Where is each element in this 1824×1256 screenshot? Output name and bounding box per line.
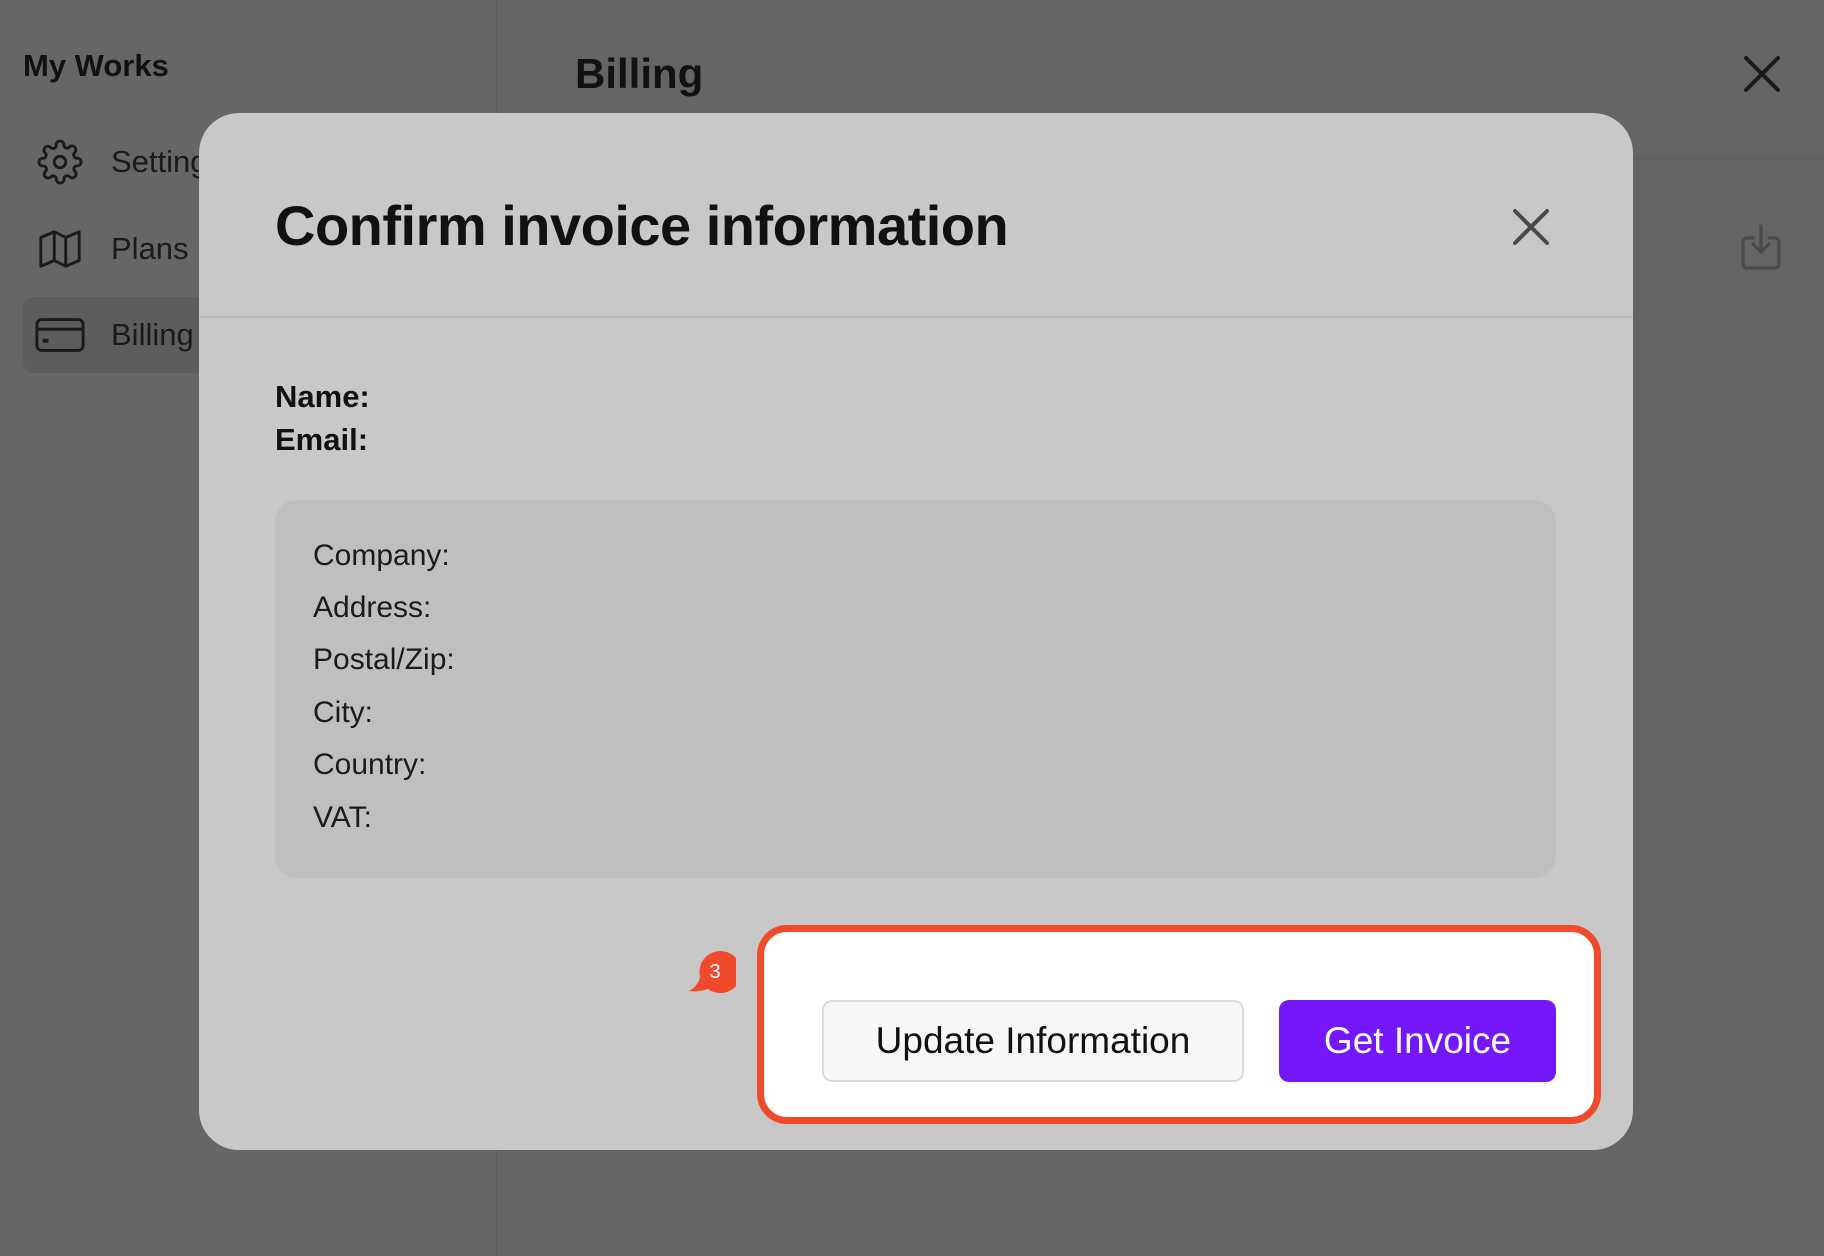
dialog-title: Confirm invoice information [275, 194, 1009, 257]
vat-label: VAT: [313, 801, 372, 834]
credit-card-icon [35, 310, 85, 360]
sidebar-item-label: Billing [111, 317, 194, 352]
step-marker: 3 [686, 947, 742, 997]
dialog-divider [199, 316, 1633, 318]
step-number: 3 [709, 961, 720, 983]
sidebar-item-label: Plans [111, 231, 189, 266]
email-label: Email: [275, 422, 369, 457]
name-row: Name: [275, 379, 376, 415]
postal-zip-label: Postal/Zip: [313, 643, 455, 676]
close-icon[interactable] [1740, 52, 1784, 96]
download-icon[interactable] [1735, 222, 1787, 274]
confirm-invoice-dialog: Confirm invoice information Name: Email:… [199, 113, 1633, 1150]
map-icon [35, 224, 85, 274]
name-label: Name: [275, 379, 370, 414]
company-label: Company: [313, 539, 450, 572]
actions-highlight: Update Information Get Invoice [757, 925, 1601, 1124]
country-label: Country: [313, 748, 427, 781]
update-information-button[interactable]: Update Information [822, 1000, 1244, 1082]
email-row: Email: [275, 422, 374, 458]
billing-details-box: Company: Address: Postal/Zip: City: Coun… [275, 500, 1556, 878]
page-title: Billing [575, 50, 704, 97]
city-label: City: [313, 696, 373, 729]
address-label: Address: [313, 591, 432, 624]
get-invoice-button[interactable]: Get Invoice [1279, 1000, 1556, 1082]
close-icon[interactable] [1509, 205, 1553, 249]
gear-icon [35, 137, 85, 187]
brand-title: My Works [23, 48, 169, 83]
